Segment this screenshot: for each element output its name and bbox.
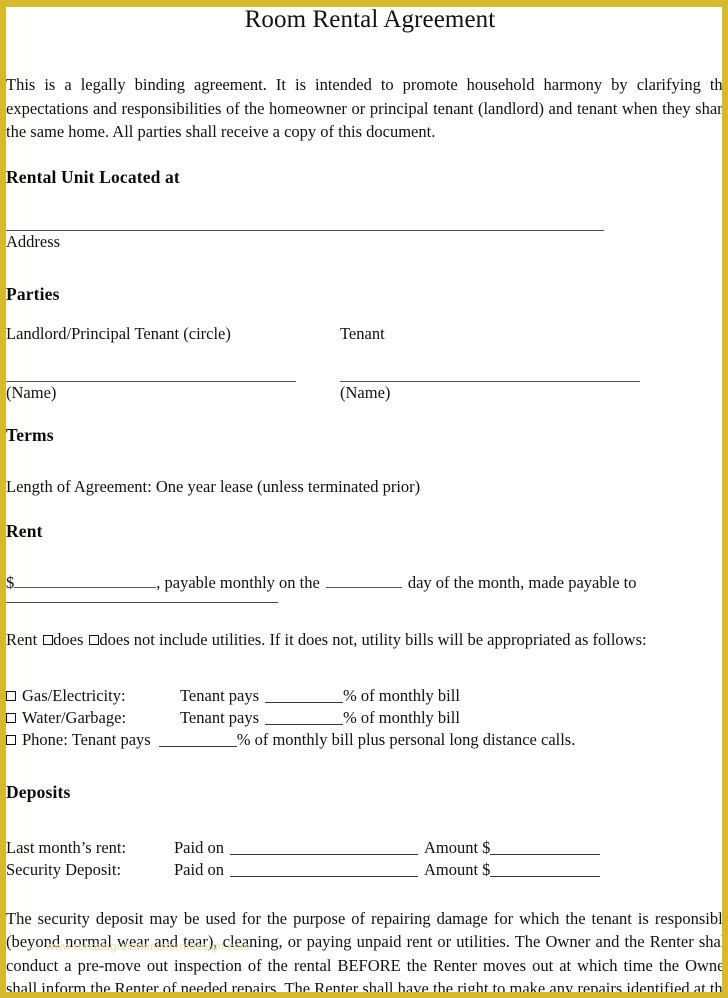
- checkbox-utilities-included[interactable]: [43, 634, 54, 645]
- utility-suffix-water-garbage: % of monthly bill: [343, 707, 460, 727]
- address-caption: Address: [6, 231, 61, 251]
- utility-suffix-gas-electricity: % of monthly bill: [343, 685, 460, 705]
- rent-payable-text-1: , payable monthly on the: [156, 572, 320, 592]
- checkbox-water-garbage[interactable]: [6, 712, 16, 723]
- utility-label-gas-electricity: Gas/Electricity:: [22, 685, 126, 705]
- checkbox-utilities-not-included[interactable]: [89, 634, 100, 645]
- rent-utilities-option-2: does not include utilities. If it does n…: [99, 629, 647, 649]
- rent-payable-text-2: day of the month, made payable to: [407, 572, 637, 592]
- utility-percent-input-phone[interactable]: [158, 733, 237, 747]
- landlord-label: Landlord/Principal Tenant (circle): [6, 323, 231, 343]
- deposit-amount-label-security-deposit: Amount $: [423, 859, 491, 879]
- utility-label-phone: Phone: Tenant pays: [22, 729, 151, 749]
- parties-name-captions-row: (Name) (Name): [6, 382, 722, 404]
- intro-paragraph: This is a legally binding agreement. It …: [6, 75, 728, 141]
- security-deposit-paragraph: The security deposit may be used for the…: [6, 908, 728, 998]
- utility-tenant-pays-gas-electricity: Tenant pays: [180, 685, 260, 705]
- utility-label-water-garbage: Water/Garbage:: [22, 707, 127, 727]
- deposit-amount-input-last-month-rent[interactable]: [490, 841, 601, 855]
- deposit-row-security-deposit: Security Deposit: Paid on Amount $: [6, 859, 722, 881]
- deposit-amount-label-last-month-rent: Amount $: [423, 837, 491, 857]
- deposit-paid-on-label-last-month-rent: Paid on: [174, 837, 224, 857]
- utility-percent-input-water-garbage[interactable]: [265, 711, 344, 725]
- deposit-paid-on-label-security-deposit: Paid on: [174, 859, 224, 879]
- rent-amount-input-rule[interactable]: [14, 572, 157, 588]
- utility-tenant-pays-water-garbage: Tenant pays: [180, 707, 260, 727]
- deposit-paid-on-input-last-month-rent[interactable]: [229, 841, 418, 855]
- deposit-amount-input-security-deposit[interactable]: [490, 863, 601, 877]
- rent-utilities-prefix: Rent: [6, 629, 38, 649]
- landlord-name-caption: (Name): [6, 382, 57, 402]
- deposit-row-last-month-rent: Last month’s rent: Paid on Amount $: [6, 837, 722, 859]
- document-sheet: Room Rental Agreement This is a legally …: [6, 6, 728, 998]
- rent-utilities-line: Rent does does not include utilities. If i…: [6, 629, 722, 651]
- tenant-name-caption: (Name): [340, 382, 391, 402]
- section-heading-deposits: Deposits: [6, 781, 71, 802]
- section-heading-rental-unit: Rental Unit Located at: [6, 166, 180, 187]
- utility-suffix-phone: % of monthly bill plus personal long dis…: [236, 729, 576, 749]
- rent-amount-line: $ , payable monthly on the day of the mont…: [6, 572, 722, 594]
- document-body: Room Rental Agreement This is a legally …: [6, 6, 728, 998]
- utility-row-phone: Phone: Tenant pays % of monthly bill plus…: [6, 729, 722, 751]
- parties-labels-row: Landlord/Principal Tenant (circle) Tenan…: [6, 323, 722, 345]
- page-title: Room Rental Agreement: [244, 6, 496, 33]
- rent-utilities-option-1: does: [53, 629, 84, 649]
- deposit-label-last-month-rent: Last month’s rent:: [6, 837, 127, 857]
- section-heading-rent: Rent: [6, 520, 43, 541]
- rent-amount-prefix: $: [6, 572, 15, 592]
- utility-row-gas-electricity: Gas/Electricity: Tenant pays % of monthly …: [6, 685, 722, 707]
- deposit-paid-on-input-security-deposit[interactable]: [229, 863, 418, 877]
- utility-percent-input-gas-electricity[interactable]: [265, 689, 344, 703]
- document-page: Room Rental Agreement This is a legally …: [0, 0, 728, 998]
- section-heading-parties: Parties: [6, 283, 60, 304]
- rent-day-input-rule[interactable]: [325, 572, 402, 588]
- checkbox-gas-electricity[interactable]: [6, 690, 16, 701]
- checkbox-phone[interactable]: [6, 734, 16, 745]
- section-heading-terms: Terms: [6, 424, 54, 445]
- deposit-label-security-deposit: Security Deposit:: [6, 859, 122, 879]
- tenant-label: Tenant: [340, 323, 385, 343]
- terms-length-of-agreement: Length of Agreement: One year lease (unl…: [6, 476, 421, 496]
- utility-row-water-garbage: Water/Garbage: Tenant pays % of monthly bi…: [6, 707, 722, 729]
